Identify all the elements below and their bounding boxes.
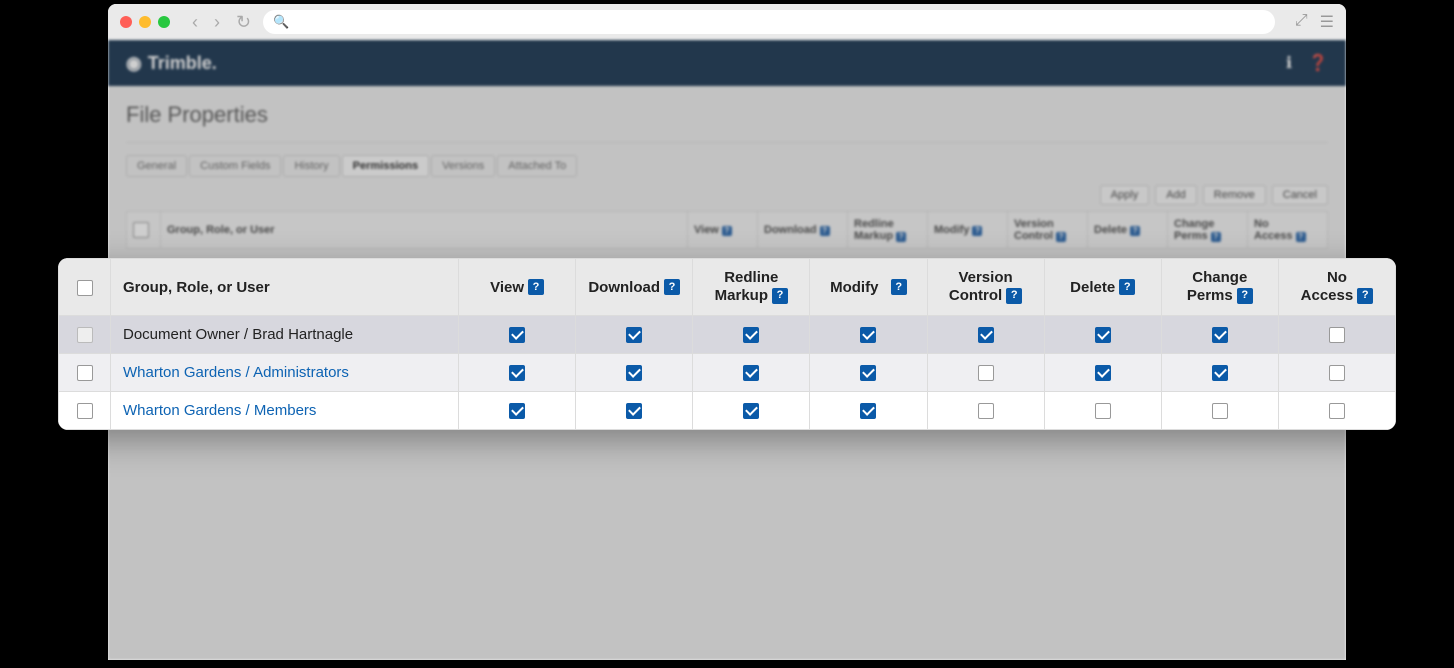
info-icon[interactable]: ℹ [1286, 53, 1292, 73]
col-header-modify: Modify ? [810, 259, 927, 316]
perm-checkbox-version[interactable] [978, 365, 994, 381]
help-icon[interactable]: ? [891, 279, 907, 295]
col-header-view: View? [459, 259, 576, 316]
row-name: Document Owner / Brad Hartnagle [111, 316, 459, 354]
close-window-button[interactable] [120, 16, 132, 28]
brand-text: Trimble. [148, 53, 217, 74]
browser-toolbar: ‹ › ↻ 🔍 ⤢ ☰ [108, 4, 1346, 40]
table-row: Document Owner / Brad Hartnagle [59, 316, 1396, 354]
perm-checkbox-download[interactable] [626, 327, 642, 343]
apply-button[interactable]: Apply [1100, 185, 1150, 205]
col-header-change-perms: ChangePerms? [1161, 259, 1278, 316]
col-header-version: VersionControl? [927, 259, 1044, 316]
reload-button[interactable]: ↻ [232, 12, 255, 33]
bg-select-all[interactable] [133, 222, 149, 238]
permissions-table: Group, Role, or User View? Download? Red… [58, 258, 1396, 430]
remove-button[interactable]: Remove [1203, 185, 1266, 205]
bg-permissions-table: Group, Role, or User View? Download? Red… [126, 211, 1328, 249]
bg-col-name: Group, Role, or User [161, 212, 688, 249]
col-header-no-access: NoAccess? [1278, 259, 1395, 316]
perm-checkbox-noaccess[interactable] [1329, 327, 1345, 343]
table-row: Wharton Gardens / Members [59, 392, 1396, 430]
tab-general[interactable]: General [126, 155, 187, 177]
row-name[interactable]: Wharton Gardens / Members [111, 392, 459, 430]
page-title: File Properties [126, 102, 1328, 128]
help-icon[interactable]: ? [1119, 279, 1135, 295]
divider [126, 142, 1328, 143]
add-button[interactable]: Add [1155, 185, 1197, 205]
perm-checkbox-noaccess[interactable] [1329, 365, 1345, 381]
col-header-download: Download? [576, 259, 693, 316]
perm-checkbox-view[interactable] [509, 327, 525, 343]
perm-checkbox-change[interactable] [1212, 365, 1228, 381]
help-icon[interactable]: ? [1357, 288, 1373, 304]
perm-checkbox-noaccess[interactable] [1329, 403, 1345, 419]
perm-checkbox-redline[interactable] [743, 365, 759, 381]
perm-checkbox-download[interactable] [626, 365, 642, 381]
search-icon: 🔍 [273, 14, 289, 30]
expand-icon[interactable]: ⤢ [1295, 12, 1308, 32]
back-button[interactable]: ‹ [188, 12, 202, 33]
cancel-button[interactable]: Cancel [1272, 185, 1328, 205]
perm-checkbox-delete[interactable] [1095, 327, 1111, 343]
url-bar[interactable]: 🔍 [263, 10, 1275, 34]
help-icon[interactable]: ? [1006, 288, 1022, 304]
tab-versions[interactable]: Versions [431, 155, 495, 177]
col-header-redline: RedlineMarkup? [693, 259, 810, 316]
traffic-lights [120, 16, 170, 28]
tab-history[interactable]: History [283, 155, 339, 177]
perm-checkbox-redline[interactable] [743, 403, 759, 419]
minimize-window-button[interactable] [139, 16, 151, 28]
help-icon[interactable]: ? [528, 279, 544, 295]
perm-checkbox-modify[interactable] [860, 403, 876, 419]
table-row: Wharton Gardens / Administrators [59, 354, 1396, 392]
col-header-delete: Delete? [1044, 259, 1161, 316]
brand-logo: ◉ Trimble. [126, 53, 217, 74]
help-icon[interactable]: ? [664, 279, 680, 295]
perm-checkbox-delete[interactable] [1095, 365, 1111, 381]
perm-checkbox-change[interactable] [1212, 403, 1228, 419]
row-name[interactable]: Wharton Gardens / Administrators [111, 354, 459, 392]
help-icon[interactable]: ? [1237, 288, 1253, 304]
help-icon[interactable]: ❓ [1308, 53, 1328, 73]
perm-checkbox-redline[interactable] [743, 327, 759, 343]
maximize-window-button[interactable] [158, 16, 170, 28]
perm-checkbox-download[interactable] [626, 403, 642, 419]
perm-checkbox-modify[interactable] [860, 365, 876, 381]
perm-checkbox-delete[interactable] [1095, 403, 1111, 419]
forward-button[interactable]: › [210, 12, 224, 33]
col-header-name: Group, Role, or User [111, 259, 459, 316]
perm-checkbox-view[interactable] [509, 365, 525, 381]
help-icon[interactable]: ? [772, 288, 788, 304]
perm-checkbox-change[interactable] [1212, 327, 1228, 343]
menu-icon[interactable]: ☰ [1320, 12, 1334, 32]
row-select-checkbox[interactable] [77, 365, 93, 381]
perm-checkbox-view[interactable] [509, 403, 525, 419]
app-header: ◉ Trimble. ℹ ❓ [108, 40, 1346, 86]
brand-icon: ◉ [126, 53, 142, 74]
perm-checkbox-version[interactable] [978, 327, 994, 343]
tab-custom-fields[interactable]: Custom Fields [189, 155, 281, 177]
perm-checkbox-modify[interactable] [860, 327, 876, 343]
tab-permissions[interactable]: Permissions [342, 155, 429, 177]
select-all-checkbox[interactable] [77, 280, 93, 296]
row-select-checkbox[interactable] [77, 327, 93, 343]
permissions-panel: Group, Role, or User View? Download? Red… [58, 258, 1396, 430]
row-select-checkbox[interactable] [77, 403, 93, 419]
tab-attached-to[interactable]: Attached To [497, 155, 577, 177]
perm-checkbox-version[interactable] [978, 403, 994, 419]
tab-bar: General Custom Fields History Permission… [126, 155, 1328, 177]
